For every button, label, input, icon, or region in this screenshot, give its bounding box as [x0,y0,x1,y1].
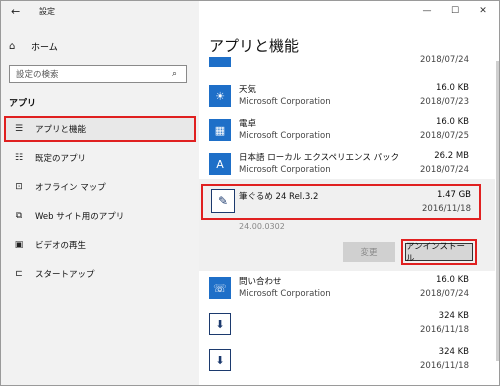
installer-icon: ⬇ [209,349,231,371]
app-size: 1.47 GB [436,190,471,200]
sidebar-item-startup[interactable]: ⊏ スタートアップ [5,262,195,286]
search-input[interactable]: 設定の検索 ⌕ [9,65,187,83]
app-publisher: Microsoft Corporation [239,131,331,141]
back-arrow-icon[interactable]: ← [11,5,20,18]
sidebar: ← 設定 ⌂ ホーム 設定の検索 ⌕ アプリ ☰ アプリと機能 ☷ 既定のアプリ… [1,1,199,385]
app-date: 2016/11/18 [420,361,469,371]
list-item[interactable]: ⬇ 324 KB 2016/11/18 [199,345,495,377]
offline-maps-icon: ⊡ [15,182,23,192]
sidebar-item-label: スタートアップ [35,270,95,280]
app-name: 問い合わせ [239,277,282,287]
uninstall-button[interactable]: アンインストール [405,242,473,264]
app-name: 電卓 [239,119,257,129]
app-size: 16.0 KB [435,275,469,285]
video-playback-icon: ▣ [14,240,24,250]
app-date: 2018/07/24 [420,289,469,299]
list-item[interactable]: 2018/07/24 [199,55,495,69]
sidebar-item-label: ビデオの再生 [35,241,87,251]
list-item[interactable]: ☀ 天気 Microsoft Corporation 16.0 KB 2018/… [199,81,495,113]
app-date: 2018/07/24 [420,165,469,175]
modify-button[interactable]: 変更 [343,242,395,262]
app-size: 16.0 KB [435,117,469,127]
weather-icon: ☀ [209,85,231,107]
title-bar: ← 設定 [1,1,199,23]
apps-for-websites-icon: ⧉ [15,211,23,221]
app-publisher: Microsoft Corporation [239,97,331,107]
sidebar-item-label: オフライン マップ [35,183,106,193]
app-name: 天気 [239,85,257,95]
app-date: 2018/07/25 [420,131,469,141]
calculator-icon: ▦ [209,119,231,141]
home-icon: ⌂ [9,40,16,52]
section-label: アプリ [9,99,37,109]
scrollbar[interactable] [496,61,499,361]
app-size: 324 KB [438,311,469,321]
app-name: 日本語 ローカル エクスペリエンス パック [239,153,400,163]
list-item[interactable]: A 日本語 ローカル エクスペリエンス パック Microsoft Corpor… [199,149,495,181]
list-item[interactable]: ▦ 電卓 Microsoft Corporation 16.0 KB 2018/… [199,115,495,147]
app-size: 26.2 MB [434,151,469,161]
uninstall-highlight: アンインストール [401,239,477,265]
sidebar-item-label: Web サイト用のアプリ [35,212,125,222]
app-publisher: Microsoft Corporation [239,289,331,299]
sidebar-item-apps-features[interactable]: ☰ アプリと機能 [4,116,196,142]
brush-icon: ✎ [211,189,235,213]
close-icon[interactable]: ✕ [469,3,497,19]
sidebar-item-label: 既定のアプリ [35,154,87,164]
window-controls: — ☐ ✕ [413,3,497,19]
window-title: 設定 [39,7,55,16]
apps-features-icon: ☰ [14,124,24,134]
list-item[interactable]: ⬇ 324 KB 2016/11/18 [199,309,495,341]
sidebar-item-apps-for-websites[interactable]: ⧉ Web サイト用のアプリ [5,204,195,228]
page-title: アプリと機能 [209,37,300,55]
minimize-icon[interactable]: — [413,3,441,19]
app-publisher: Microsoft Corporation [239,165,331,175]
sidebar-item-label: アプリと機能 [35,125,87,135]
settings-window: ← 設定 ⌂ ホーム 設定の検索 ⌕ アプリ ☰ アプリと機能 ☷ 既定のアプリ… [0,0,500,386]
startup-icon: ⊏ [15,269,23,279]
app-date: 2018/07/23 [420,97,469,107]
maximize-icon[interactable]: ☐ [441,3,469,19]
contact-support-icon: ☏ [209,277,231,299]
app-icon [209,57,231,67]
main-panel: — ☐ ✕ アプリと機能 2018/07/24 ☀ 天気 Microsoft C… [199,1,499,385]
language-pack-icon: A [209,153,231,175]
app-name: 筆ぐるめ 24 Rel.3.2 [239,192,319,202]
app-date: 2016/11/18 [420,325,469,335]
search-icon[interactable]: ⌕ [172,69,186,79]
app-date: 2018/07/24 [420,55,469,65]
app-version: 24.00.0302 [239,222,285,231]
sidebar-item-offline-maps[interactable]: ⊡ オフライン マップ [5,175,195,199]
nav-home-label: ホーム [31,42,58,53]
default-apps-icon: ☷ [14,153,24,163]
app-size: 324 KB [438,347,469,357]
nav-home[interactable]: ⌂ ホーム [9,37,195,55]
installer-icon: ⬇ [209,313,231,335]
app-date: 2016/11/18 [422,204,471,214]
selected-app-row[interactable]: ✎ 筆ぐるめ 24 Rel.3.2 1.47 GB 2016/11/18 [201,184,481,220]
list-item[interactable]: ☏ 問い合わせ Microsoft Corporation 16.0 KB 20… [199,273,495,305]
app-size: 16.0 KB [435,83,469,93]
sidebar-item-video-playback[interactable]: ▣ ビデオの再生 [5,233,195,257]
sidebar-item-default-apps[interactable]: ☷ 既定のアプリ [5,146,195,170]
search-placeholder: 設定の検索 [16,70,59,80]
